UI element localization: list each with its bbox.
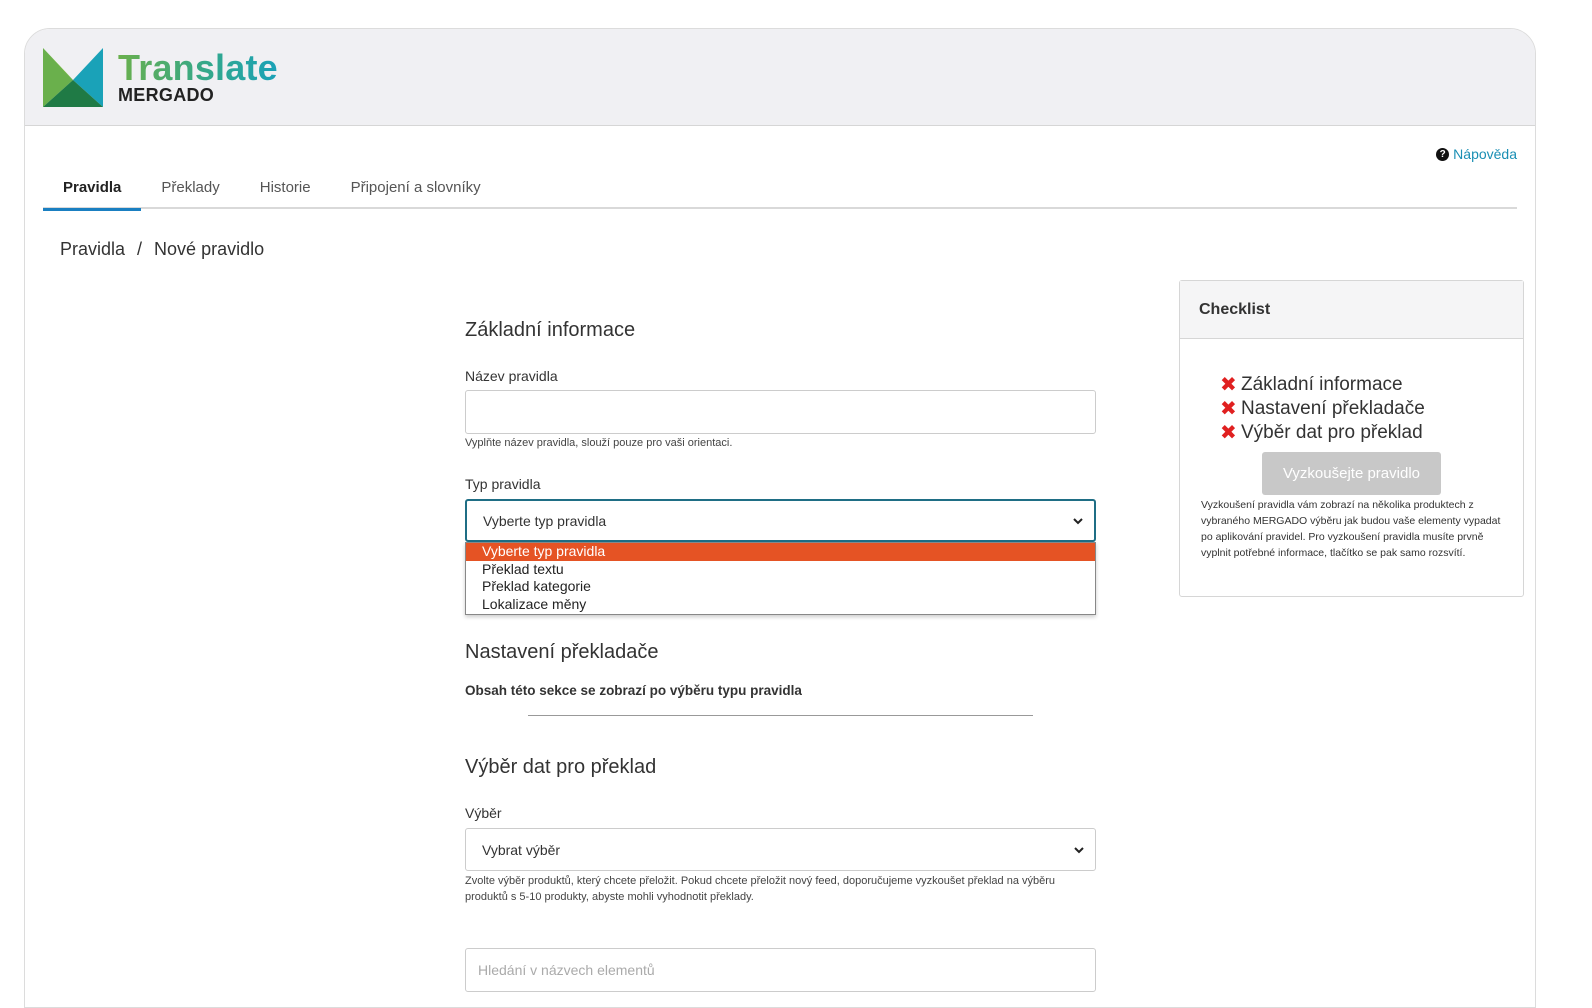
- translator-note: Obsah této sekce se zobrazí po výběru ty…: [465, 683, 802, 698]
- rule-type-select[interactable]: Vyberte typ pravidla: [465, 499, 1096, 542]
- checklist-item-label: Výběr dat pro překlad: [1241, 422, 1423, 443]
- try-rule-button[interactable]: Vyzkoušejte pravidlo: [1262, 452, 1441, 495]
- checklist-note: Vyzkoušení pravidla vám zobrazí na někol…: [1201, 499, 1501, 559]
- checklist-item-label: Základní informace: [1241, 374, 1403, 395]
- main-tabs: Pravidla Překlady Historie Připojení a s…: [43, 165, 1517, 211]
- dropdown-option[interactable]: Překlad textu: [466, 561, 1095, 579]
- tab-pravidla[interactable]: Pravidla: [43, 165, 142, 211]
- dropdown-option[interactable]: Překlad kategorie: [466, 578, 1095, 596]
- selection-label: Výběr: [465, 805, 502, 821]
- checklist-title: Checklist: [1180, 281, 1523, 339]
- app-header: Translate MERGADO: [25, 29, 1535, 126]
- checklist-items: ✖ Základní informace ✖ Nastavení překlad…: [1220, 373, 1425, 445]
- rule-name-input[interactable]: [465, 390, 1096, 434]
- breadcrumb-separator: /: [137, 239, 143, 259]
- x-mark-icon: ✖: [1220, 398, 1237, 420]
- chevron-down-icon: [1074, 846, 1084, 853]
- dropdown-option[interactable]: Lokalizace měny: [466, 596, 1095, 614]
- app-frame: Translate MERGADO ? Nápověda Pravidla Př…: [24, 28, 1536, 1008]
- checklist-item-label: Nastavení překladače: [1241, 398, 1425, 419]
- breadcrumb-item-pravidla[interactable]: Pravidla: [60, 239, 125, 260]
- x-mark-icon: ✖: [1220, 374, 1237, 396]
- checklist-item: ✖ Základní informace: [1220, 373, 1425, 397]
- checklist-item: ✖ Výběr dat pro překlad: [1220, 421, 1425, 445]
- chevron-down-icon: [1073, 517, 1083, 524]
- selection-select[interactable]: Vybrat výběr: [465, 828, 1096, 871]
- dropdown-option[interactable]: Vyberte typ pravidla: [466, 543, 1095, 561]
- rule-type-value: Vyberte typ pravidla: [483, 512, 607, 529]
- tab-historie[interactable]: Historie: [240, 165, 331, 209]
- type-label: Typ pravidla: [465, 476, 541, 492]
- breadcrumb-item-current: Nové pravidlo: [154, 239, 265, 259]
- breadcrumb: Pravidla / Nové pravidlo: [60, 239, 264, 260]
- selection-value: Vybrat výběr: [482, 841, 561, 858]
- section-title-basic: Základní informace: [465, 319, 636, 341]
- section-title-data: Výběr dat pro překlad: [465, 756, 657, 778]
- tab-pripojeni[interactable]: Připojení a slovníky: [331, 165, 501, 209]
- translate-logo-icon[interactable]: [43, 48, 103, 107]
- name-label: Název pravidla: [465, 368, 558, 384]
- x-mark-icon: ✖: [1220, 422, 1237, 444]
- section-divider: [528, 715, 1033, 716]
- element-search-input[interactable]: [465, 948, 1096, 992]
- checklist-panel: Checklist ✖ Základní informace ✖ Nastave…: [1179, 280, 1524, 597]
- rule-type-dropdown: Vyberte typ pravidla Překlad textu Překl…: [465, 542, 1096, 615]
- section-title-translator: Nastavení překladače: [465, 641, 659, 663]
- checklist-item: ✖ Nastavení překladače: [1220, 397, 1425, 421]
- question-circle-icon: ?: [1436, 147, 1450, 161]
- help-label: Nápověda: [1453, 146, 1517, 162]
- selection-help-text: Zvolte výběr produktů, který chcete přel…: [465, 875, 1056, 903]
- brand-title: Translate: [118, 47, 278, 88]
- help-link[interactable]: ? Nápověda: [1436, 146, 1517, 162]
- name-help-text: Vyplňte název pravidla, slouží pouze pro…: [465, 437, 733, 449]
- tab-preklady[interactable]: Překlady: [141, 165, 239, 209]
- brand-subtitle: MERGADO: [118, 85, 215, 105]
